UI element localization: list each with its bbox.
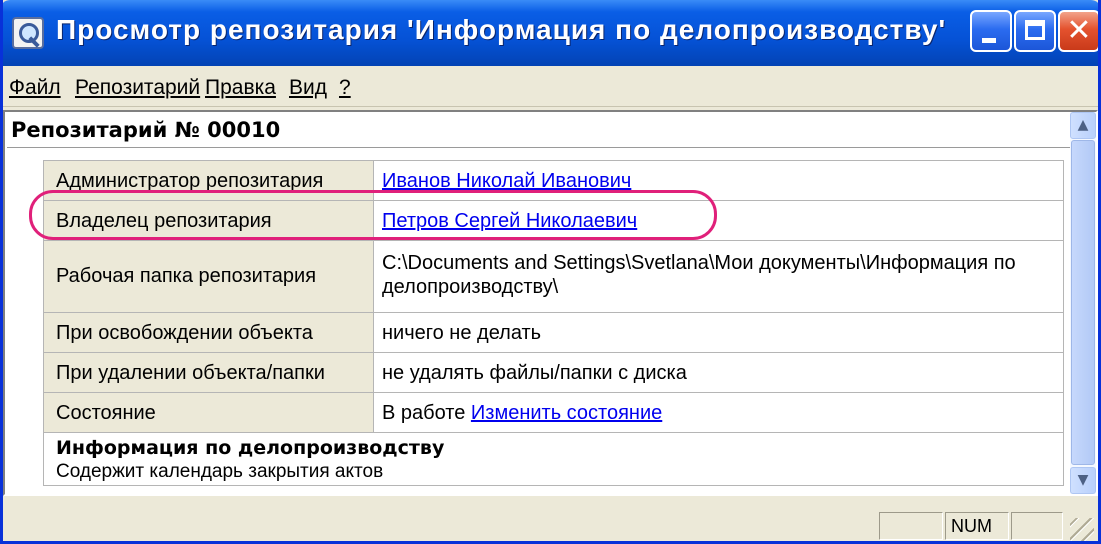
scroll-thumb[interactable] bbox=[1071, 140, 1095, 465]
property-label-cell: Состояние bbox=[44, 393, 374, 432]
scroll-down-button[interactable]: ▼ bbox=[1070, 467, 1096, 494]
properties-table: Администратор репозитария Иванов Николай… bbox=[43, 160, 1064, 486]
vertical-scrollbar[interactable]: ▲ ▼ bbox=[1070, 112, 1096, 494]
property-row-state: Состояние В работе Изменить состояние bbox=[44, 393, 1063, 433]
menu-bar: Файл Репозитарий Правка Вид ? bbox=[3, 66, 1098, 107]
property-label-cell: Администратор репозитария bbox=[44, 161, 374, 200]
header-divider bbox=[7, 147, 1071, 148]
status-cell-empty bbox=[879, 512, 943, 540]
repository-viewer-window: Просмотр репозитария 'Информация по дело… bbox=[0, 0, 1101, 544]
repository-content: Репозитарий № 00010 Администратор репози… bbox=[3, 110, 1098, 496]
property-label-cell: Владелец репозитария bbox=[44, 201, 374, 240]
property-value-cell: В работе Изменить состояние bbox=[374, 393, 1063, 432]
property-value-cell: Петров Сергей Николаевич bbox=[374, 201, 1063, 240]
owner-link[interactable]: Петров Сергей Николаевич bbox=[382, 210, 637, 233]
minimize-button[interactable] bbox=[970, 10, 1012, 52]
menu-edit[interactable]: Правка bbox=[205, 76, 276, 100]
description-text: Содержит календарь закрытия актов bbox=[56, 461, 384, 482]
change-state-link[interactable]: Изменить состояние bbox=[471, 402, 662, 424]
delete-action-value: не удалять файлы/папки с диска bbox=[382, 362, 687, 384]
repository-description: Информация по делопроизводству Содержит … bbox=[44, 433, 1063, 485]
menu-view[interactable]: Вид bbox=[289, 76, 327, 100]
state-value: В работе Изменить состояние bbox=[382, 402, 662, 425]
property-row-admin: Администратор репозитария Иванов Николай… bbox=[44, 161, 1063, 201]
state-text: В работе bbox=[382, 402, 466, 424]
menu-repository[interactable]: Репозитарий bbox=[75, 76, 200, 100]
property-label-cell: При освобождении объекта bbox=[44, 313, 374, 352]
property-row-release: При освобождении объекта ничего не делат… bbox=[44, 313, 1063, 353]
maximize-button[interactable] bbox=[1014, 10, 1056, 52]
property-value-cell: ничего не делать bbox=[374, 313, 1063, 352]
menu-help[interactable]: ? bbox=[339, 76, 351, 100]
property-value-cell: не удалять файлы/папки с диска bbox=[374, 353, 1063, 392]
property-label: Владелец репозитария bbox=[56, 210, 272, 232]
administrator-link[interactable]: Иванов Николай Иванович bbox=[382, 170, 631, 193]
property-label-cell: При удалении объекта/папки bbox=[44, 353, 374, 392]
property-label: При освобождении объекта bbox=[56, 322, 313, 344]
title-bar[interactable]: Просмотр репозитария 'Информация по дело… bbox=[3, 0, 1098, 66]
property-label: Администратор репозитария bbox=[56, 170, 324, 192]
status-bar: NUM bbox=[3, 498, 1098, 541]
property-label-cell: Рабочая папка репозитария bbox=[44, 241, 374, 312]
close-button[interactable]: ✕ bbox=[1058, 10, 1098, 52]
property-label: При удалении объекта/папки bbox=[56, 362, 325, 384]
status-cell-num: NUM bbox=[945, 512, 1009, 540]
description-title: Информация по делопроизводству bbox=[56, 437, 445, 459]
close-icon: ✕ bbox=[1066, 13, 1092, 48]
window-title: Просмотр репозитария 'Информация по дело… bbox=[56, 14, 947, 45]
magnifier-app-icon bbox=[12, 17, 44, 49]
chevron-down-icon: ▼ bbox=[1077, 472, 1089, 488]
release-action-value: ничего не делать bbox=[382, 322, 542, 344]
maximize-icon bbox=[1025, 20, 1045, 40]
property-label: Состояние bbox=[56, 402, 156, 424]
num-indicator: NUM bbox=[951, 516, 992, 536]
repository-header: Репозитарий № 00010 bbox=[11, 118, 281, 142]
property-row-delete: При удалении объекта/папки не удалять фа… bbox=[44, 353, 1063, 393]
resize-grip-icon[interactable] bbox=[1070, 518, 1094, 541]
property-value-cell: C:\Documents and Settings\Svetlana\Мои д… bbox=[374, 241, 1063, 312]
property-row-folder: Рабочая папка репозитария C:\Documents a… bbox=[44, 241, 1063, 313]
chevron-up-icon: ▲ bbox=[1077, 117, 1089, 133]
scroll-up-button[interactable]: ▲ bbox=[1070, 112, 1096, 139]
status-cell-extra bbox=[1011, 512, 1063, 540]
working-folder-path: C:\Documents and Settings\Svetlana\Мои д… bbox=[382, 252, 1016, 298]
menu-file[interactable]: Файл bbox=[9, 76, 61, 100]
property-label: Рабочая папка репозитария bbox=[56, 265, 317, 287]
minimize-icon bbox=[982, 38, 996, 43]
property-value-cell: Иванов Николай Иванович bbox=[374, 161, 1063, 200]
property-row-owner: Владелец репозитария Петров Сергей Никол… bbox=[44, 201, 1063, 241]
